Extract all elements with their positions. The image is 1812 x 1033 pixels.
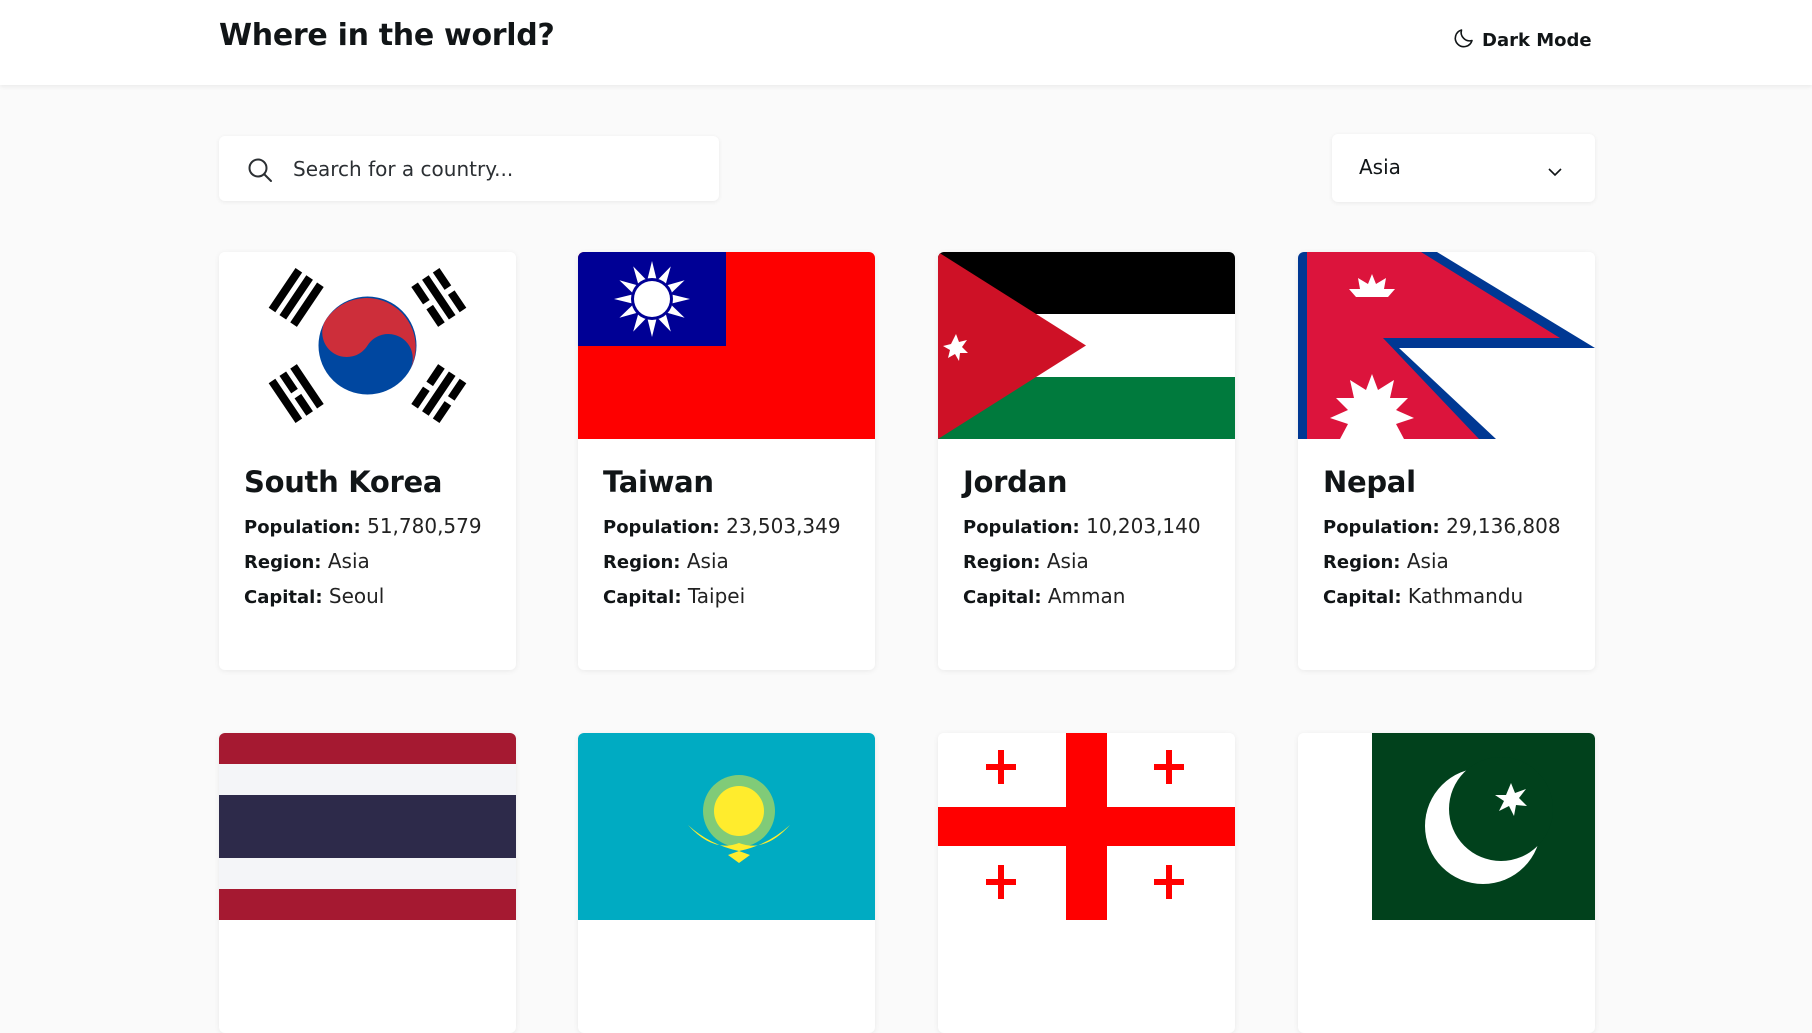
- country-card-kazakhstan[interactable]: [578, 733, 875, 1033]
- flag-south-korea: [219, 252, 516, 439]
- country-region: Region: Asia: [603, 549, 729, 573]
- country-card-pakistan[interactable]: [1298, 733, 1595, 1033]
- country-capital: Capital: Taipei: [603, 584, 746, 608]
- country-name: Taiwan: [603, 465, 714, 499]
- region-filter-value: Asia: [1359, 155, 1401, 179]
- dark-mode-toggle[interactable]: Dark Mode: [1452, 26, 1592, 55]
- flag-jordan: [938, 252, 1235, 439]
- country-population: Population: 10,203,140: [963, 514, 1201, 538]
- flag-taiwan: [578, 252, 875, 439]
- country-region: Region: Asia: [244, 549, 370, 573]
- search-input[interactable]: [291, 154, 691, 184]
- flag-nepal: [1298, 252, 1595, 439]
- country-card-nepal[interactable]: Nepal Population: 29,136,808 Region: Asi…: [1298, 252, 1595, 670]
- country-name: Nepal: [1323, 465, 1416, 499]
- flag-thailand: [219, 733, 516, 920]
- flag-georgia: [938, 733, 1235, 920]
- chevron-down-icon: [1548, 162, 1562, 181]
- country-name: Jordan: [963, 465, 1068, 499]
- country-population: Population: 29,136,808: [1323, 514, 1561, 538]
- country-population: Population: 51,780,579: [244, 514, 482, 538]
- country-card-georgia[interactable]: [938, 733, 1235, 1033]
- country-card-thailand[interactable]: [219, 733, 516, 1033]
- search-box: [219, 136, 719, 201]
- country-population: Population: 23,503,349: [603, 514, 841, 538]
- moon-icon: [1452, 26, 1476, 55]
- search-icon: [247, 157, 273, 187]
- app-header: Where in the world? Dark Mode: [0, 0, 1812, 85]
- country-region: Region: Asia: [1323, 549, 1449, 573]
- country-card-jordan[interactable]: Jordan Population: 10,203,140 Region: As…: [938, 252, 1235, 670]
- region-filter-select[interactable]: Asia: [1332, 134, 1595, 202]
- country-card-south-korea[interactable]: South Korea Population: 51,780,579 Regio…: [219, 252, 516, 670]
- dark-mode-label: Dark Mode: [1482, 30, 1592, 51]
- country-capital: Capital: Amman: [963, 584, 1126, 608]
- flag-kazakhstan: [578, 733, 875, 920]
- country-region: Region: Asia: [963, 549, 1089, 573]
- flag-pakistan: [1298, 733, 1595, 920]
- country-capital: Capital: Seoul: [244, 584, 385, 608]
- country-card-taiwan[interactable]: Taiwan Population: 23,503,349 Region: As…: [578, 252, 875, 670]
- country-capital: Capital: Kathmandu: [1323, 584, 1524, 608]
- country-name: South Korea: [244, 465, 443, 499]
- app-title: Where in the world?: [219, 18, 555, 53]
